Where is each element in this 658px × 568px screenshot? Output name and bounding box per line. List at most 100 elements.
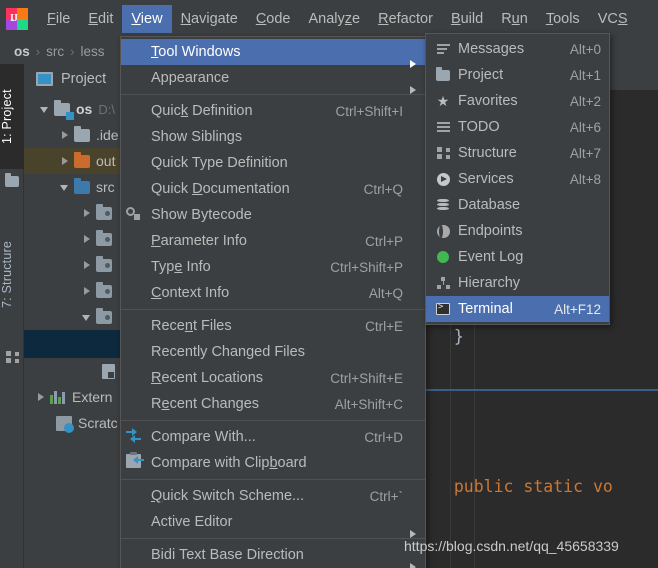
menubar-item-run[interactable]: Run [492, 5, 537, 33]
tool-window-shortcut: Alt+0 [569, 41, 601, 57]
menu-item-quick-type-definition[interactable]: Quick Type Definition [121, 150, 425, 176]
menu-item-label: Appearance [151, 70, 230, 86]
menu-item-recently-changed-files[interactable]: Recently Changed Files [121, 339, 425, 365]
menu-item-label: Tool Windows [151, 44, 241, 60]
menubar-item-tools[interactable]: Tools [537, 5, 589, 33]
menubar-item-navigate[interactable]: Navigate [172, 5, 247, 33]
menu-item-compare-with[interactable]: Compare With... Ctrl+D [121, 424, 425, 450]
tool-window-label: Endpoints [458, 223, 523, 239]
tool-window-label: TODO [458, 119, 500, 135]
tool-window-shortcut: Alt+F12 [554, 301, 601, 317]
tool-window-item-event-log[interactable]: Event Log [426, 244, 609, 270]
menu-item-quick-switch-scheme[interactable]: Quick Switch Scheme... Ctrl+` [121, 483, 425, 509]
menu-item-quick-documentation[interactable]: Quick Documentation Ctrl+Q [121, 176, 425, 202]
breadcrumb-item-less[interactable]: less [78, 44, 106, 59]
menubar-item-vcs[interactable]: VCS [589, 5, 637, 33]
tree-label: out [96, 153, 116, 169]
tool-window-item-favorites[interactable]: ★ Favorites Alt+2 [426, 88, 609, 114]
menu-separator [121, 479, 425, 480]
chevron-down-icon[interactable] [80, 310, 94, 324]
menu-item-shortcut: Ctrl+P [365, 233, 403, 249]
tool-window-item-database[interactable]: Database [426, 192, 609, 218]
code-line: public static vo [434, 477, 613, 496]
menu-item-label: Type Info [151, 259, 211, 275]
tool-window-item-structure[interactable]: Structure Alt+7 [426, 140, 609, 166]
tool-window-label: Favorites [458, 93, 518, 109]
menu-separator [121, 94, 425, 95]
chevron-down-icon[interactable] [58, 180, 72, 194]
menu-item-parameter-info[interactable]: Parameter Info Ctrl+P [121, 228, 425, 254]
chevron-right-icon[interactable] [58, 154, 72, 168]
view-menu-dropdown[interactable]: Tool Windows Appearance Quick Definition Ct… [120, 36, 426, 568]
menu-item-appearance[interactable]: Appearance [121, 65, 425, 94]
tree-label: .ide [96, 127, 119, 143]
menubar-item-edit[interactable]: Edit [79, 5, 122, 33]
bytecode-icon [121, 206, 145, 224]
menu-item-type-info[interactable]: Type Info Ctrl+Shift+P [121, 254, 425, 280]
menu-item-show-bytecode[interactable]: Show Bytecode [121, 202, 425, 228]
menu-item-shortcut: Ctrl+Shift+E [330, 370, 403, 386]
tool-window-label: Structure [458, 145, 517, 161]
folder-icon [432, 66, 454, 81]
menu-item-recent-locations[interactable]: Recent Locations Ctrl+Shift+E [121, 365, 425, 391]
chevron-down-icon[interactable] [38, 102, 52, 116]
menu-item-active-editor[interactable]: Active Editor [121, 509, 425, 538]
tool-window-label: Messages [458, 41, 525, 57]
menu-item-show-siblings[interactable]: Show Siblings [121, 124, 425, 150]
chevron-right-icon[interactable] [34, 390, 48, 404]
menu-item-compare-with-clipboard[interactable]: Compare with Clipboard [121, 450, 425, 476]
hierarchy-icon [432, 277, 454, 289]
tool-window-item-todo[interactable]: TODO Alt+6 [426, 114, 609, 140]
menu-item-tool-windows[interactable]: Tool Windows [121, 39, 425, 68]
chevron-right-icon[interactable] [80, 232, 94, 246]
menu-item-shortcut: Alt+Q [368, 285, 403, 301]
menu-item-bidi-text-base-direction[interactable]: Bidi Text Base Direction [121, 542, 425, 568]
menu-item-recent-changes[interactable]: Recent Changes Alt+Shift+C [121, 391, 425, 417]
menu-item-label: Recently Changed Files [151, 344, 305, 360]
chevron-right-icon[interactable] [80, 206, 94, 220]
menubar-item-build[interactable]: Build [442, 5, 492, 33]
ide-window: IJ File Edit View Navigate Code Analyze Refact… [0, 0, 658, 568]
tool-window-item-services[interactable]: Services Alt+8 [426, 166, 609, 192]
menu-item-label: Show Siblings [151, 129, 243, 145]
tree-label: src [96, 179, 115, 195]
menu-item-recent-files[interactable]: Recent Files Ctrl+E [121, 313, 425, 339]
tool-windows-submenu[interactable]: Messages Alt+0 Project Alt+1 ★ Favorites Alt+2… [425, 33, 610, 325]
menubar-item-refactor[interactable]: Refactor [369, 5, 442, 33]
compare-clipboard-icon [121, 452, 145, 472]
menu-item-label: Recent Changes [151, 396, 260, 412]
star-icon: ★ [436, 93, 450, 109]
module-folder-icon [54, 99, 74, 120]
menu-item-label: Quick Documentation [151, 181, 290, 197]
package-icon [96, 229, 112, 246]
tool-window-item-endpoints[interactable]: Endpoints [426, 218, 609, 244]
chevron-right-icon[interactable] [80, 258, 94, 272]
menu-item-context-info[interactable]: Context Info Alt+Q [121, 280, 425, 306]
menu-item-label: Compare with Clipboard [151, 455, 307, 471]
menubar-item-code[interactable]: Code [247, 5, 300, 33]
menubar-item-analyze[interactable]: Analyze [300, 5, 370, 33]
breadcrumb-item-src[interactable]: src [44, 44, 66, 59]
menu-item-shortcut: Ctrl+D [364, 429, 403, 445]
chevron-right-icon[interactable] [58, 128, 72, 142]
breadcrumb-item-os[interactable]: os [12, 44, 32, 59]
sidebar-item-structure[interactable]: 7: Structure [0, 214, 24, 334]
package-icon [96, 203, 112, 220]
structure-icon [432, 147, 454, 159]
output-folder-icon [74, 151, 90, 168]
tool-window-item-hierarchy[interactable]: Hierarchy [426, 270, 609, 296]
menubar-item-file[interactable]: File [38, 5, 79, 33]
sidebar-item-project[interactable]: 1: Project [0, 64, 24, 169]
menu-item-quick-definition[interactable]: Quick Definition Ctrl+Shift+I [121, 98, 425, 124]
left-tool-strip: 1: Project 7: Structure [0, 64, 24, 568]
tool-window-item-messages[interactable]: Messages Alt+0 [426, 36, 609, 62]
chevron-right-icon[interactable] [80, 284, 94, 298]
menu-separator [121, 309, 425, 310]
tool-window-item-terminal[interactable]: Terminal Alt+F12 [426, 296, 609, 322]
menubar-item-view[interactable]: View [122, 5, 172, 33]
tool-window-item-project[interactable]: Project Alt+1 [426, 62, 609, 88]
database-icon [432, 199, 454, 211]
tool-window-label: Event Log [458, 249, 524, 265]
structure-strip-icon [6, 351, 19, 363]
menu-item-label: Bidi Text Base Direction [151, 547, 304, 563]
